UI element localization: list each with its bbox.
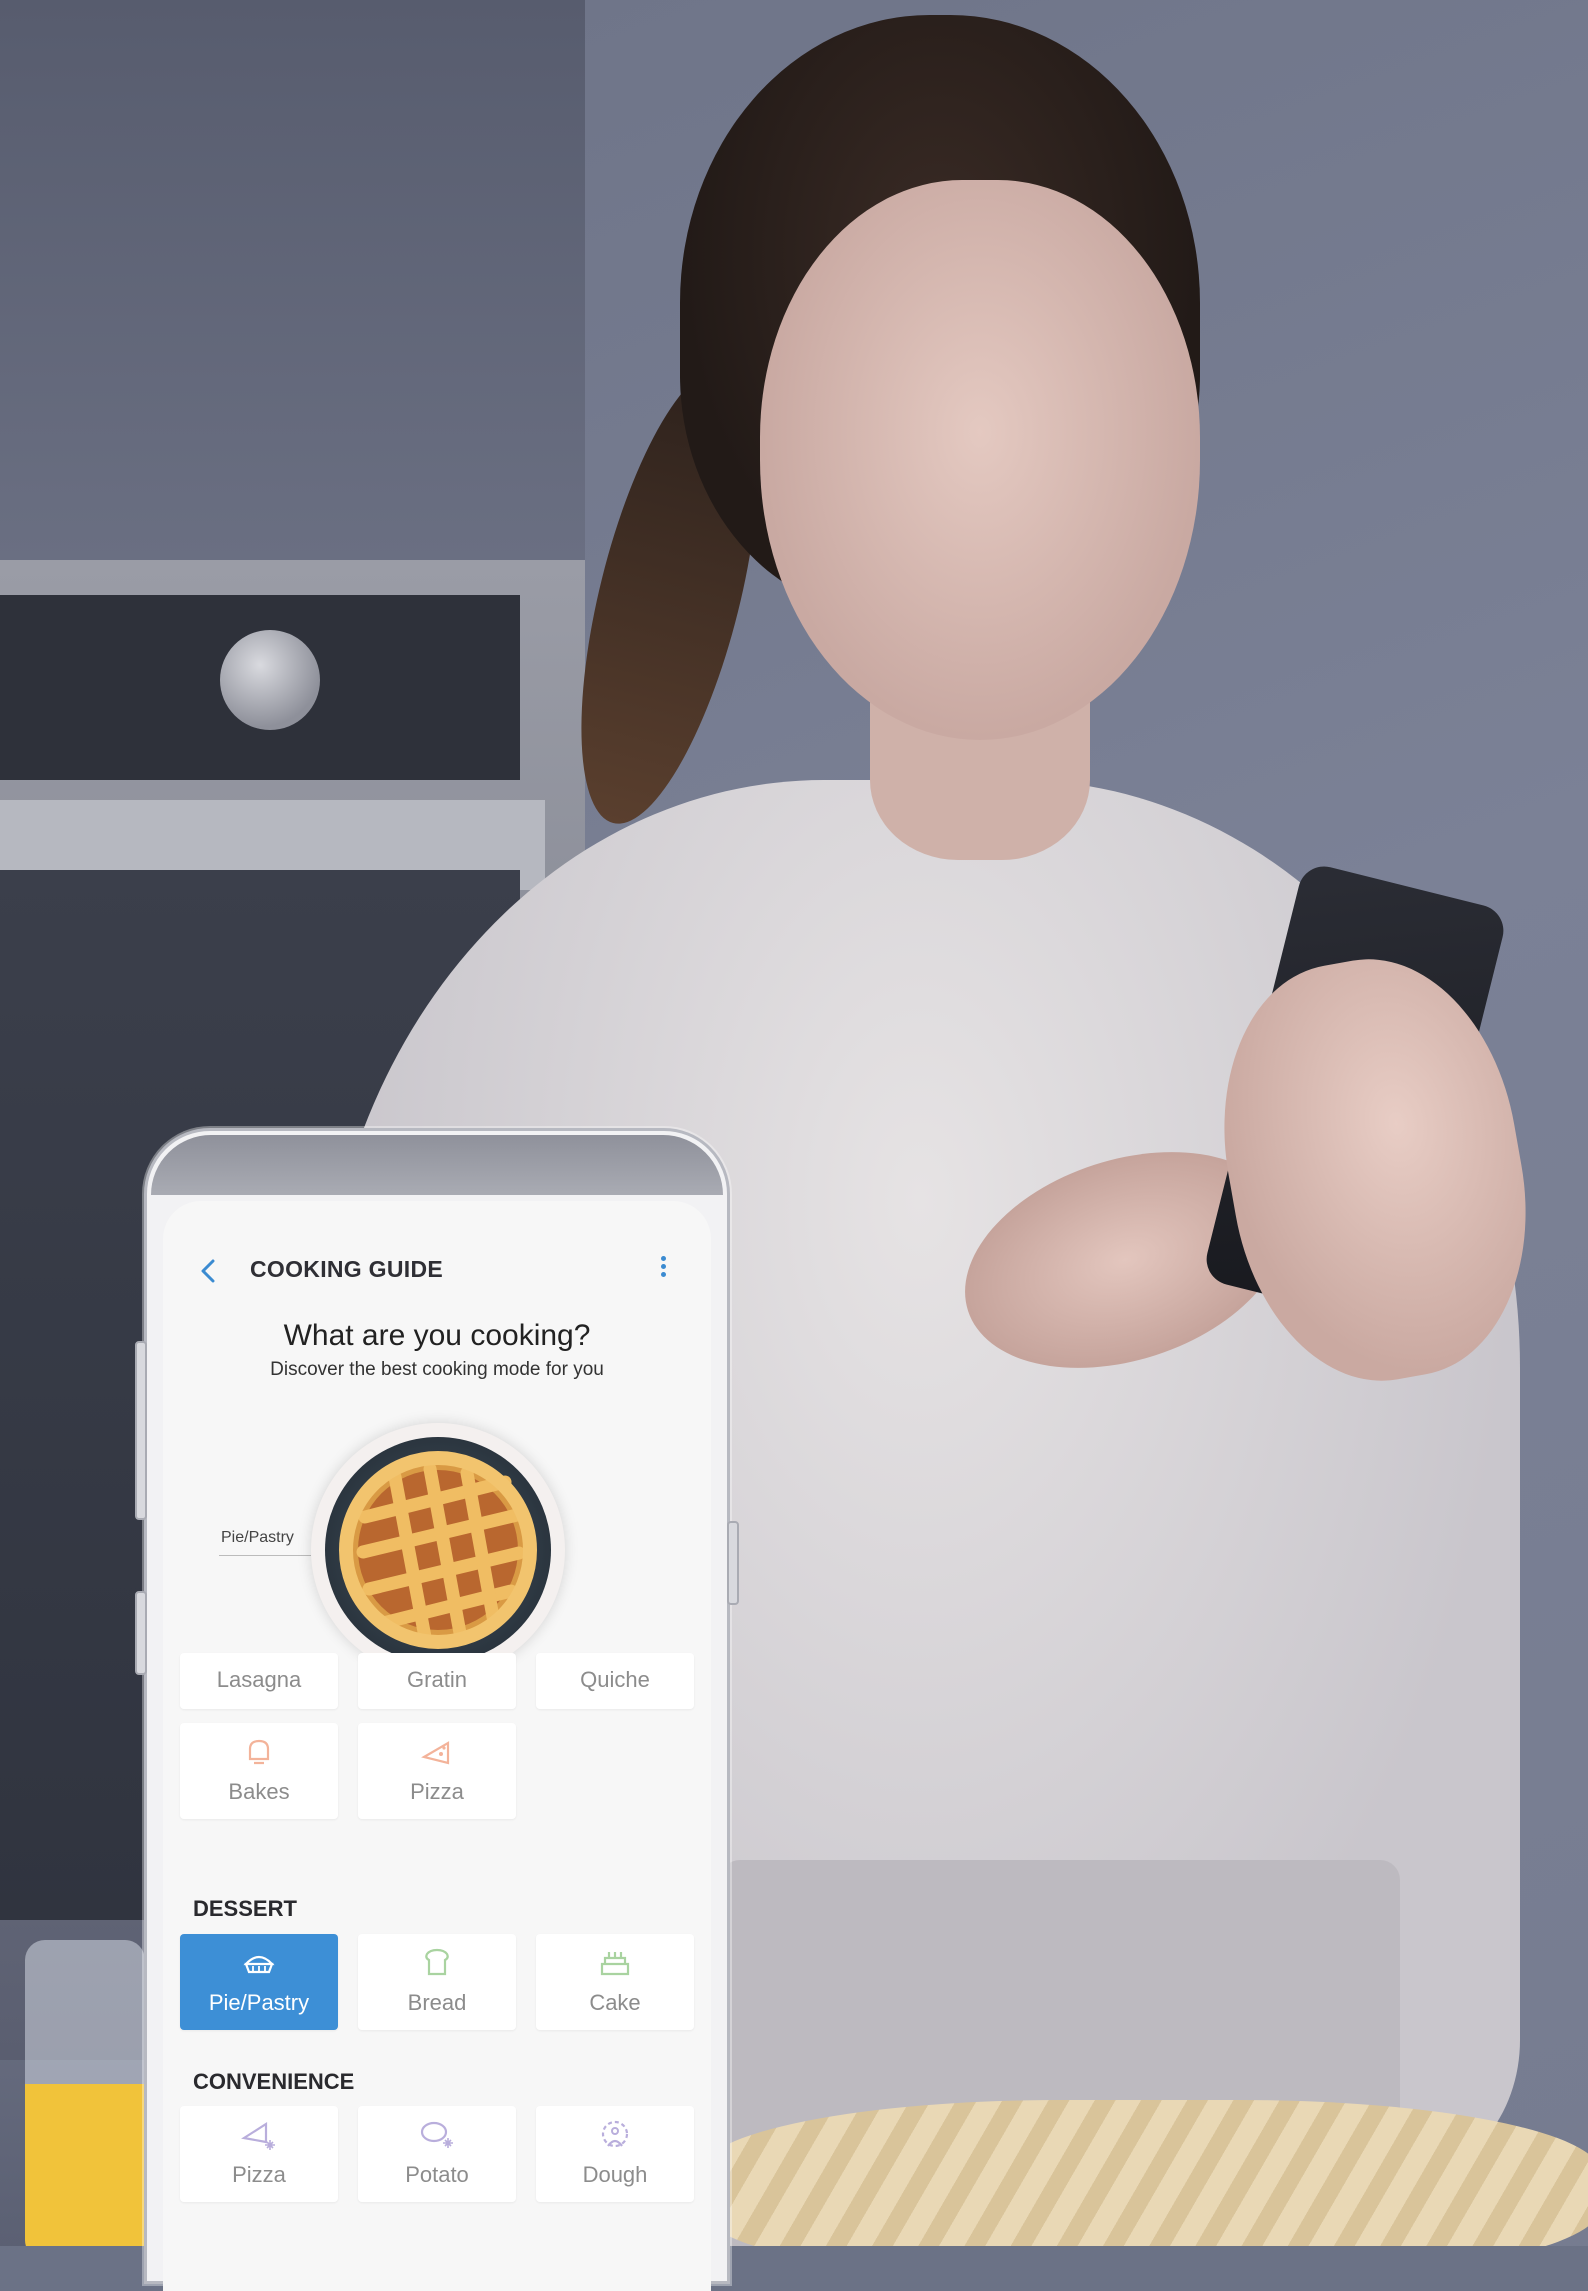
juice-jar xyxy=(25,1940,145,2246)
oven-knob xyxy=(220,630,320,730)
tile-label: Dough xyxy=(582,2162,648,2187)
tile-cake[interactable]: Cake xyxy=(536,1934,694,2030)
pie-icon xyxy=(240,1946,278,1980)
chevron-left-icon xyxy=(201,1259,215,1283)
tile-label: Gratin xyxy=(407,1667,467,1692)
phone-mockup: COOKING GUIDE What are you cooking? Disc… xyxy=(135,1128,739,2291)
tile-frozen-potato[interactable]: Potato xyxy=(358,2106,516,2202)
cake-icon xyxy=(596,1946,634,1980)
tile-frozen-pizza[interactable]: Pizza xyxy=(180,2106,338,2202)
app-header: COOKING GUIDE xyxy=(163,1201,711,1321)
tile-gratin[interactable]: Gratin xyxy=(358,1653,516,1709)
more-vertical-icon xyxy=(660,1256,666,1261)
tile-bakes[interactable]: Bakes xyxy=(180,1723,338,1819)
lattice-pie-image xyxy=(339,1451,537,1649)
bixby-button xyxy=(135,1591,147,1675)
pastry-on-counter xyxy=(700,2100,1588,2246)
tile-label: Potato xyxy=(405,2162,469,2187)
frozen-potato-icon xyxy=(418,2118,456,2152)
subheadline: Discover the best cooking mode for you xyxy=(270,1359,604,1380)
back-button[interactable] xyxy=(195,1257,223,1285)
tile-label: Bread xyxy=(407,1990,467,2015)
dough-icon xyxy=(596,2118,634,2152)
app-screen: COOKING GUIDE What are you cooking? Disc… xyxy=(163,1201,711,2291)
tile-label: Pie/Pastry xyxy=(208,1990,310,2015)
tile-label: Bakes xyxy=(228,1779,290,1804)
page-title: COOKING GUIDE xyxy=(250,1256,444,1282)
section-title-convenience: CONVENIENCE xyxy=(193,2069,355,2094)
frozen-pizza-icon xyxy=(240,2118,278,2152)
kitchen-cabinet xyxy=(0,0,591,560)
pizza-icon xyxy=(418,1735,456,1769)
bakes-icon xyxy=(240,1735,278,1769)
tile-lasagna[interactable]: Lasagna xyxy=(180,1653,338,1709)
tile-pie-pastry[interactable]: Pie/Pastry xyxy=(180,1934,338,2030)
tile-label: Pizza xyxy=(410,1779,464,1804)
tile-label: Pizza xyxy=(232,2162,286,2187)
selected-dish-label: Pie/Pastry xyxy=(221,1529,294,1546)
tile-bread[interactable]: Bread xyxy=(358,1934,516,2030)
bread-icon xyxy=(418,1946,456,1980)
volume-button xyxy=(135,1341,147,1520)
headline: What are you cooking? xyxy=(283,1319,591,1352)
label-leader-line xyxy=(219,1555,311,1556)
selected-dish-image xyxy=(311,1423,565,1677)
person-face xyxy=(760,180,1200,740)
tile-label: Quiche xyxy=(580,1667,650,1692)
tile-label: Cake xyxy=(589,1990,641,2015)
power-button xyxy=(727,1521,739,1605)
tile-dough[interactable]: Dough xyxy=(536,2106,694,2202)
tile-label: Lasagna xyxy=(216,1667,302,1692)
section-title-dessert: DESSERT xyxy=(193,1896,297,1921)
tile-quiche[interactable]: Quiche xyxy=(536,1653,694,1709)
more-options-button[interactable] xyxy=(655,1253,671,1287)
tile-pizza[interactable]: Pizza xyxy=(358,1723,516,1819)
